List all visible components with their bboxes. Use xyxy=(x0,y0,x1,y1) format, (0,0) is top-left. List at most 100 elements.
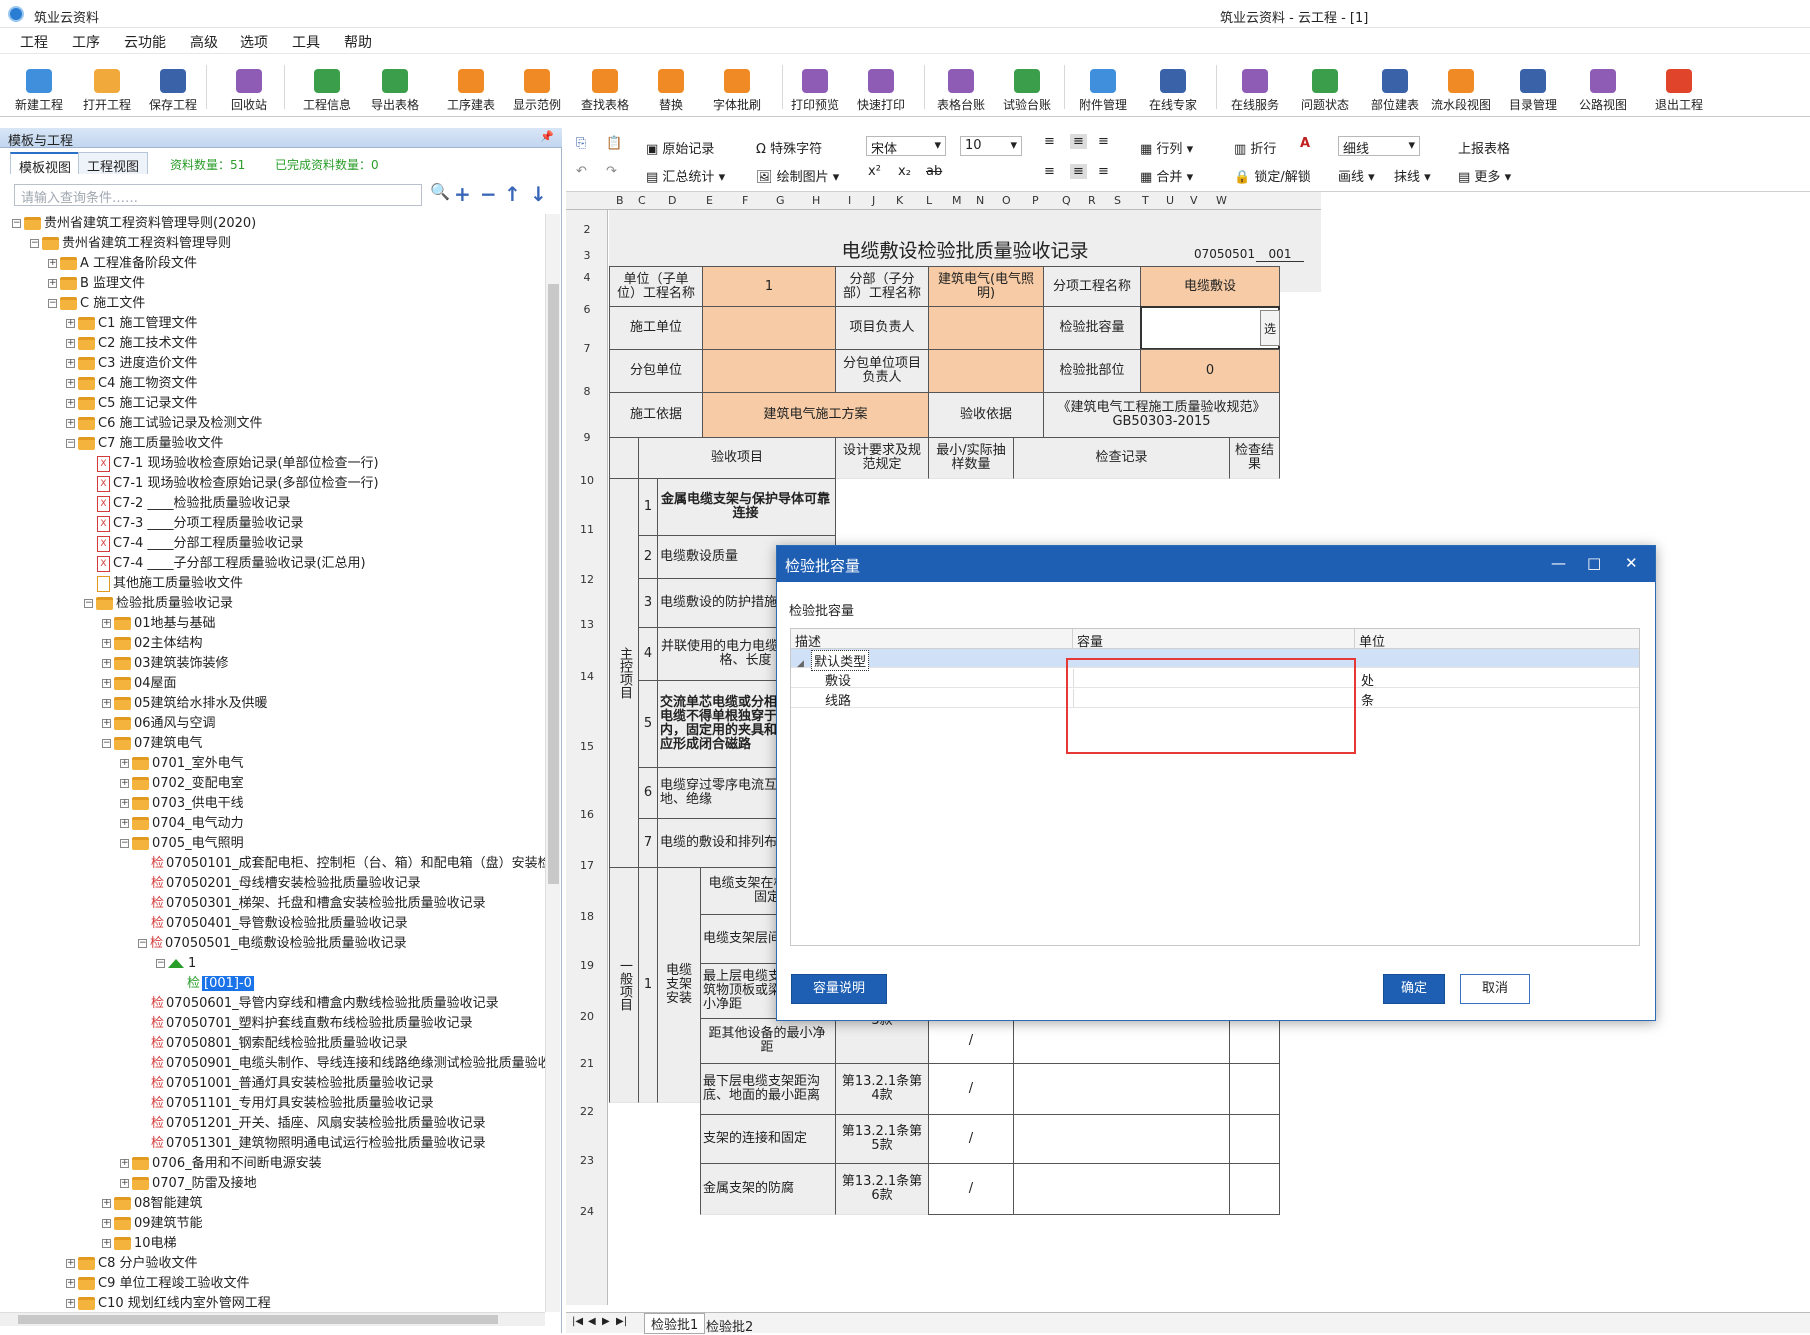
record-23[interactable] xyxy=(1013,1114,1230,1164)
maximize-icon[interactable]: □ xyxy=(1587,554,1601,572)
tree-node[interactable]: + C8 分户验收文件 xyxy=(66,1254,197,1274)
column-header[interactable]: K xyxy=(896,194,903,207)
align-center-icon[interactable]: ≡ xyxy=(1070,164,1087,179)
sample-23[interactable]: / xyxy=(928,1114,1014,1164)
part-value[interactable]: 0 xyxy=(1140,349,1280,393)
collapse-icon[interactable]: − xyxy=(66,439,75,448)
expand-icon[interactable]: + xyxy=(102,659,111,668)
special-char-button[interactable]: Ω 特殊字符 xyxy=(756,138,822,157)
expand-icon[interactable]: + xyxy=(102,1219,111,1228)
expand-icon[interactable]: + xyxy=(66,1279,75,1288)
capacity-help-button[interactable]: 容量说明 xyxy=(791,974,887,1004)
strikethrough-button[interactable]: ab xyxy=(926,164,942,179)
add-icon[interactable]: + xyxy=(454,182,471,206)
font-color-icon[interactable]: A xyxy=(1300,136,1310,151)
流水段视图-button[interactable]: 流水段视图 xyxy=(1428,59,1494,115)
summary-button[interactable]: ▤ 汇总统计 ▾ xyxy=(646,166,725,185)
row-header[interactable]: 18 xyxy=(566,910,608,923)
tree-node[interactable]: + B 监理文件 xyxy=(48,274,145,294)
align-top-icon[interactable]: ≡ xyxy=(1044,134,1055,149)
ok-button[interactable]: 确定 xyxy=(1383,974,1445,1004)
tree-node[interactable]: + C4 施工物资文件 xyxy=(66,374,197,394)
row-header[interactable]: 22 xyxy=(566,1105,608,1118)
lock-button[interactable]: 🔒 锁定/解锁 xyxy=(1234,166,1311,185)
cancel-button[interactable]: 取消 xyxy=(1460,974,1530,1004)
arrow-down-icon[interactable]: ↓ xyxy=(530,182,547,206)
字体批刷-button[interactable]: 字体批刷 xyxy=(704,59,770,115)
tree-node[interactable]: + A 工程准备阶段文件 xyxy=(48,254,197,274)
tree-node[interactable]: X C7-3 ____分项工程质量验收记录 xyxy=(84,514,303,534)
expand-icon[interactable]: + xyxy=(66,1299,75,1308)
collapse-icon[interactable]: − xyxy=(84,599,93,608)
回收站-button[interactable]: 回收站 xyxy=(216,59,282,115)
expand-icon[interactable]: + xyxy=(102,679,111,688)
column-header[interactable]: M xyxy=(952,194,962,207)
tree-node[interactable]: X C7-1 现场验收检查原始记录(单部位检查一行) xyxy=(84,454,379,474)
tree-node[interactable]: 检 07050201_母线槽安装检验批质量验收记录 xyxy=(138,874,421,894)
undo-icon[interactable]: ↶ xyxy=(576,164,587,179)
menu-cloud[interactable]: 云功能 xyxy=(124,32,166,52)
row-header[interactable]: 11 xyxy=(566,523,608,536)
paste-icon[interactable]: 📋 xyxy=(606,136,622,151)
保存工程-button[interactable]: 保存工程 xyxy=(140,59,206,115)
tree-node[interactable]: X C7-2 ____检验批质量验收记录 xyxy=(84,494,290,514)
tree-node[interactable]: 检 07050401_导管敷设检验批质量验收记录 xyxy=(138,914,408,934)
result-23[interactable] xyxy=(1229,1114,1280,1164)
sample-24[interactable]: / xyxy=(928,1163,1014,1215)
prev-sheet-icon[interactable]: ◀ xyxy=(588,1316,596,1327)
tree-node[interactable]: 检 07050301_梯架、托盘和槽盒安装检验批质量验收记录 xyxy=(138,894,486,914)
collapse-icon[interactable]: − xyxy=(120,839,129,848)
expand-icon[interactable]: + xyxy=(66,379,75,388)
record-22[interactable] xyxy=(1013,1063,1230,1115)
collapse-icon[interactable]: − xyxy=(156,959,165,968)
row-header[interactable]: 13 xyxy=(566,618,608,631)
expand-icon[interactable]: + xyxy=(48,279,57,288)
tree-node[interactable]: 检 07050601_导管内穿线和槽盒内敷线检验批质量验收记录 xyxy=(138,994,499,1014)
column-header[interactable]: P xyxy=(1032,194,1039,207)
expand-icon[interactable]: + xyxy=(66,1259,75,1268)
tree-node[interactable]: + C2 施工技术文件 xyxy=(66,334,197,354)
report-table-button[interactable]: 上报表格 xyxy=(1458,138,1510,157)
result-21[interactable] xyxy=(1229,1018,1280,1064)
minus-icon[interactable]: − xyxy=(480,182,497,206)
tree-node[interactable]: + C6 施工试验记录及检测文件 xyxy=(66,414,262,434)
erase-line-button[interactable]: 抹线 ▾ xyxy=(1394,166,1431,185)
expand-icon[interactable]: + xyxy=(66,319,75,328)
font-size-select[interactable]: 10 ▾ xyxy=(960,136,1022,156)
row-header[interactable]: 2 xyxy=(566,223,608,236)
line-style-select[interactable]: 细线 ▾ xyxy=(1338,136,1420,157)
tree-node[interactable]: 检 07050901_电缆头制作、导线连接和线路绝缘测试检验批质量验收记录 xyxy=(138,1054,545,1074)
collapse-icon[interactable]: − xyxy=(12,219,21,228)
search-icon[interactable]: 🔍 xyxy=(430,182,450,201)
expand-icon[interactable]: + xyxy=(48,259,57,268)
tree-node[interactable]: − C7 施工质量验收文件 xyxy=(66,434,223,454)
project-manager-value[interactable] xyxy=(928,306,1044,350)
subscript-button[interactable]: x₂ xyxy=(898,164,911,179)
superscript-button[interactable]: x² xyxy=(868,164,881,179)
column-header[interactable]: T xyxy=(1142,194,1149,207)
result-24[interactable] xyxy=(1229,1163,1280,1215)
row-header[interactable]: 14 xyxy=(566,670,608,683)
column-header[interactable]: W xyxy=(1216,194,1227,207)
column-header[interactable]: H xyxy=(812,194,820,207)
column-header[interactable]: L xyxy=(926,194,932,207)
minimize-icon[interactable]: — xyxy=(1551,554,1566,572)
collapse-icon[interactable]: − xyxy=(48,299,57,308)
expand-icon[interactable]: + xyxy=(66,419,75,428)
tree-node[interactable]: + C5 施工记录文件 xyxy=(66,394,197,414)
tab-template-view[interactable]: 模板视图 xyxy=(10,152,81,176)
column-header[interactable]: V xyxy=(1190,194,1198,207)
sub-pm-value[interactable] xyxy=(928,349,1044,393)
快速打印-button[interactable]: 快速打印 xyxy=(848,59,914,115)
sheet-tab-1[interactable]: 检验批1 xyxy=(644,1313,706,1334)
sample-22[interactable]: / xyxy=(928,1063,1014,1115)
tree-node[interactable]: + C9 单位工程竣工验收文件 xyxy=(66,1274,249,1294)
tree-vertical-scrollbar[interactable] xyxy=(545,214,560,1312)
row-header[interactable]: 20 xyxy=(566,1010,608,1023)
copy-icon[interactable]: ⎘ xyxy=(576,136,586,151)
tree-node[interactable]: +02主体结构 xyxy=(102,634,203,654)
record-21[interactable] xyxy=(1013,1018,1230,1064)
column-header[interactable]: F xyxy=(742,194,748,207)
tree-node[interactable]: − 检 07050501_电缆敷设检验批质量验收记录 xyxy=(138,934,407,954)
在线专家-button[interactable]: 在线专家 xyxy=(1140,59,1206,115)
